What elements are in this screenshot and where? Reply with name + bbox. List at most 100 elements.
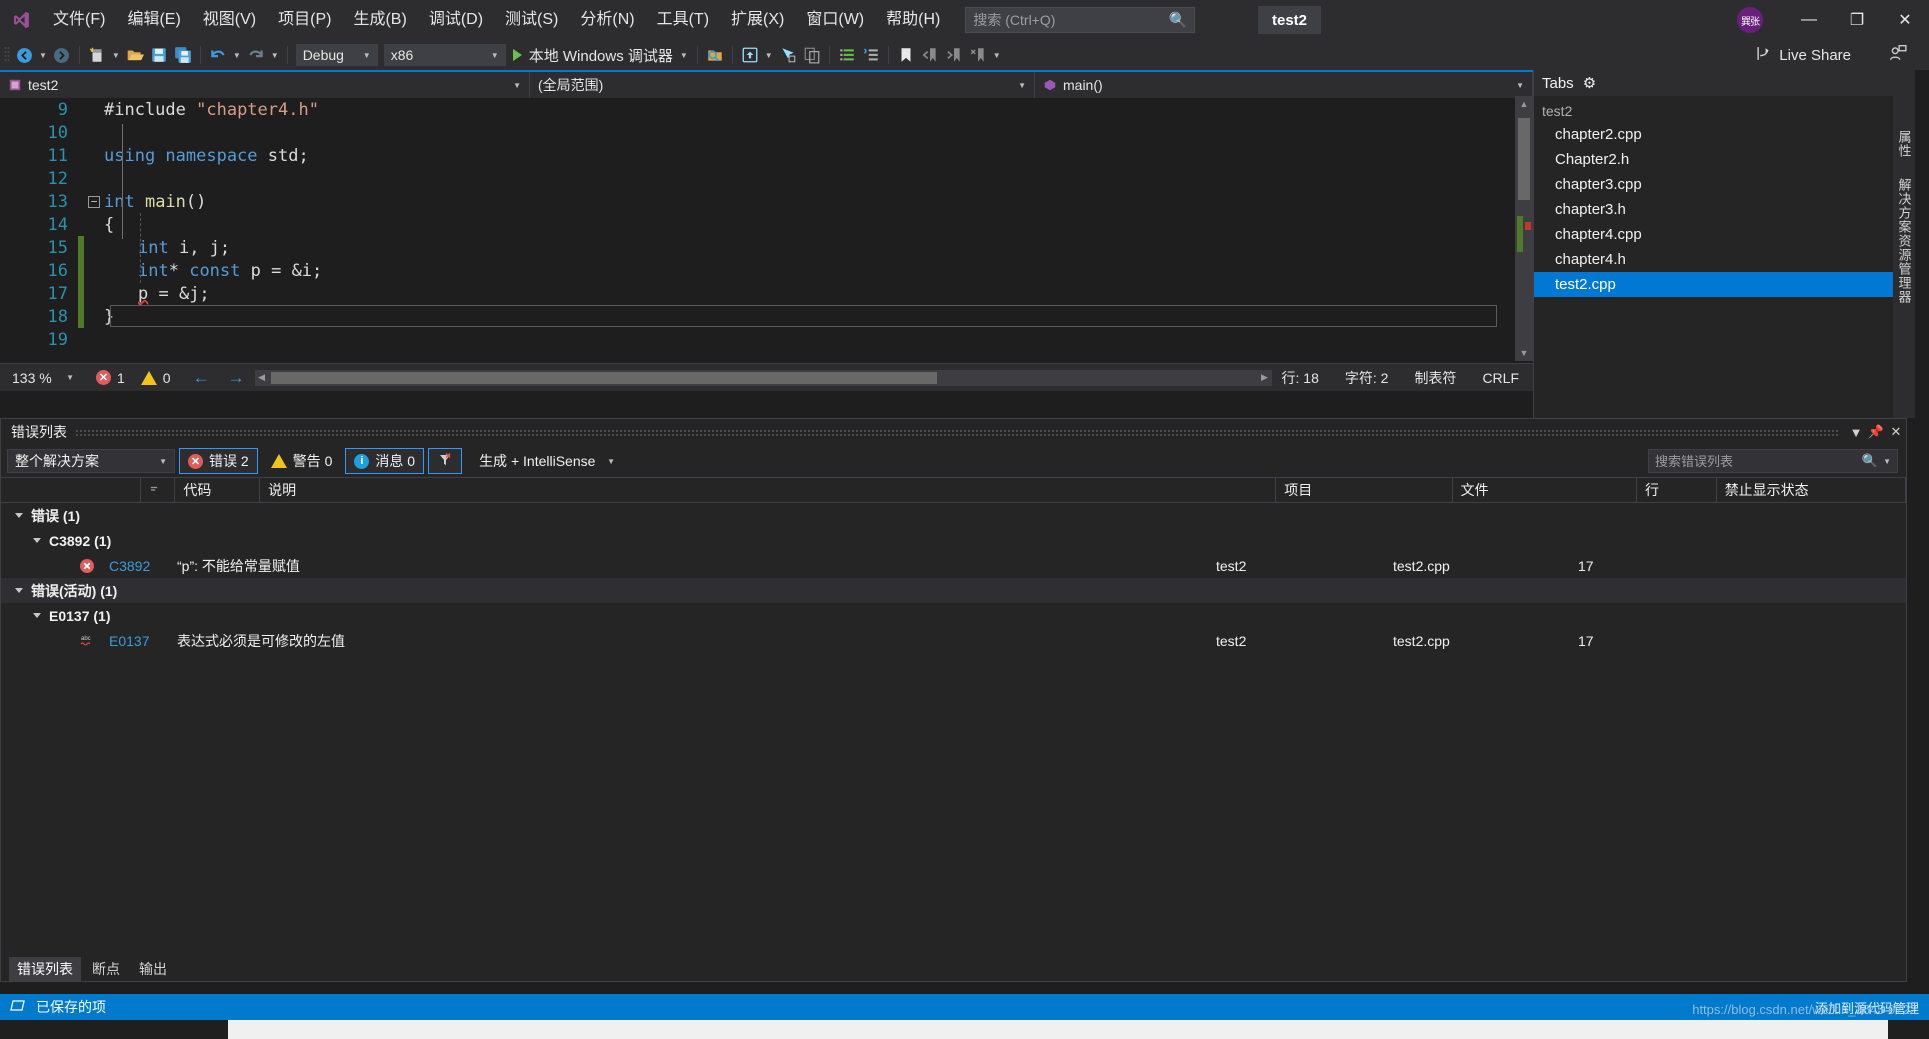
tabs-list-item[interactable]: test2.cpp [1534,272,1893,297]
horizontal-scroll-thumb[interactable] [270,371,937,384]
rail-tab-solution-explorer[interactable]: 解决方案资源管理器 [1895,178,1914,304]
column-header-description[interactable]: 说明 [260,477,1277,503]
vertical-scroll-thumb[interactable] [1518,118,1530,200]
zoom-combo[interactable]: 133 % ▼ [6,367,80,389]
error-group-row[interactable]: 错误(活动) (1) [1,578,1906,603]
code-line[interactable]: 10 [0,121,1533,144]
menu-window[interactable]: 窗口(W) [795,0,875,40]
clear-filters-button[interactable] [428,448,463,474]
code-line[interactable]: 14 { [0,213,1533,236]
error-group-row[interactable]: C3892 (1) [1,528,1906,553]
code-line[interactable]: 12 [0,167,1533,190]
toolbar-overflow-icon[interactable]: ▼ [990,51,1004,60]
column-header-file[interactable]: 文件 [1453,477,1637,503]
panel-tab-output[interactable]: 输出 [131,957,175,981]
errors-toggle[interactable]: ✕ 错误 2 [179,448,258,474]
save-all-icon[interactable] [171,43,195,67]
uncomment-lines-icon[interactable] [859,43,883,67]
menu-help[interactable]: 帮助(H) [875,0,951,40]
menu-test[interactable]: 测试(S) [494,0,569,40]
error-list-row[interactable]: abc E0137 表达式必须是可修改的左值 test2 test2.cpp 17 [1,628,1906,653]
expander-icon[interactable] [33,538,41,543]
scroll-down-icon[interactable]: ▼ [1515,345,1533,361]
chevron-down-icon[interactable]: ▼ [1883,457,1891,466]
code-line[interactable]: 16 int* const p = &i; [0,259,1533,282]
navigate-backward-icon[interactable] [12,43,36,67]
rail-tab-properties[interactable]: 属性 [1895,130,1914,158]
live-preview-dropdown-icon[interactable]: ▼ [762,51,776,60]
editor-error-count[interactable]: ✕ 1 [96,370,125,386]
column-header-code[interactable]: 代码 [175,477,261,503]
code-line[interactable]: 19 [0,328,1533,351]
column-header-blank[interactable] [1,477,141,503]
menu-project[interactable]: 项目(P) [267,0,342,40]
code-line[interactable]: 13 − int main() [0,190,1533,213]
solution-platform-combo[interactable]: x86 ▼ [383,44,506,66]
navigate-backward-dropdown-icon[interactable]: ▼ [36,51,50,60]
scroll-left-icon[interactable]: ◀ [255,372,269,383]
comment-lines-icon[interactable] [835,43,859,67]
scope-filter-combo[interactable]: 整个解决方案 ▼ [7,449,175,473]
warnings-toggle[interactable]: 警告 0 [262,448,342,474]
build-intellisense-combo[interactable]: 生成 + IntelliSense ▼ [472,449,622,473]
expander-icon[interactable] [33,613,41,618]
error-code-link[interactable]: C3892 [109,558,177,574]
tabs-list-item[interactable]: chapter2.cpp [1534,122,1893,147]
send-feedback-icon[interactable] [1889,44,1907,67]
error-search-input[interactable] [1655,453,1862,469]
gear-icon[interactable]: ⚙ [1583,74,1596,92]
tabs-list-item[interactable]: chapter4.cpp [1534,222,1893,247]
start-debugging-button[interactable]: 本地 Windows 调试器 ▼ [509,43,692,67]
new-project-icon[interactable] [85,43,109,67]
previous-bookmark-icon[interactable] [918,43,942,67]
redo-icon[interactable] [244,43,268,67]
toggle-bookmark-icon[interactable] [894,43,918,67]
navbar-scope-combo[interactable]: (全局范围) ▼ [530,72,1035,98]
tabs-list-item[interactable]: Chapter2.h [1534,147,1893,172]
navbar-project-combo[interactable]: test2 ▼ [0,72,530,98]
previous-issue-icon[interactable]: ← [193,368,210,388]
search-input[interactable] [973,12,1169,28]
column-header-suppression[interactable]: 禁止显示状态 [1717,477,1906,503]
copy-element-icon[interactable] [800,43,824,67]
messages-toggle[interactable]: i 消息 0 [345,448,425,474]
open-file-icon[interactable] [123,43,147,67]
new-project-dropdown-icon[interactable]: ▼ [109,51,123,60]
maximize-button[interactable]: ❐ [1833,0,1881,40]
error-group-row[interactable]: 错误 (1) [1,503,1906,528]
search-solution-icon[interactable] [703,43,727,67]
select-element-icon[interactable] [776,43,800,67]
collapse-region-icon[interactable]: − [84,195,104,208]
column-header-icon[interactable] [141,477,176,503]
menu-file[interactable]: 文件(F) [42,0,116,40]
error-code-link[interactable]: E0137 [109,633,177,649]
navbar-member-combo[interactable]: main() ▼ [1035,72,1533,98]
menu-debug[interactable]: 调试(D) [418,0,494,40]
close-button[interactable]: ✕ [1881,0,1929,40]
expander-icon[interactable] [15,588,23,593]
code-line[interactable]: 9 #include "chapter4.h" [0,98,1533,121]
tabs-root-node[interactable]: test2 [1534,100,1893,122]
editor-vertical-scrollbar[interactable]: ▲ ▼ [1515,96,1533,361]
save-icon[interactable] [147,43,171,67]
menu-edit[interactable]: 编辑(E) [116,0,191,40]
redo-dropdown-icon[interactable]: ▼ [268,51,282,60]
menu-extensions[interactable]: 扩展(X) [720,0,795,40]
column-header-line[interactable]: 行 [1637,477,1717,503]
error-group-row[interactable]: E0137 (1) [1,603,1906,628]
toolbar-grip[interactable] [4,46,12,64]
editor-horizontal-scrollbar[interactable]: ◀ ▶ [254,369,1272,386]
panel-tab-breakpoints[interactable]: 断点 [84,957,128,981]
menu-analyze[interactable]: 分析(N) [569,0,645,40]
column-header-project[interactable]: 项目 [1276,477,1453,503]
chevron-down-icon[interactable]: ▼ [1846,425,1866,440]
code-line[interactable]: 15 int i, j; [0,236,1533,259]
code-line[interactable]: 11 using namespace std; [0,144,1533,167]
live-share-button[interactable]: Live Share [1756,45,1851,66]
error-list-search[interactable]: 🔍 ▼ [1648,449,1898,473]
quick-launch-search[interactable]: 🔍 [965,7,1196,33]
code-line[interactable]: 17 p = &j; [0,282,1533,305]
live-preview-icon[interactable] [738,43,762,67]
menu-build[interactable]: 生成(B) [342,0,417,40]
editor-warning-count[interactable]: 0 [140,370,171,386]
